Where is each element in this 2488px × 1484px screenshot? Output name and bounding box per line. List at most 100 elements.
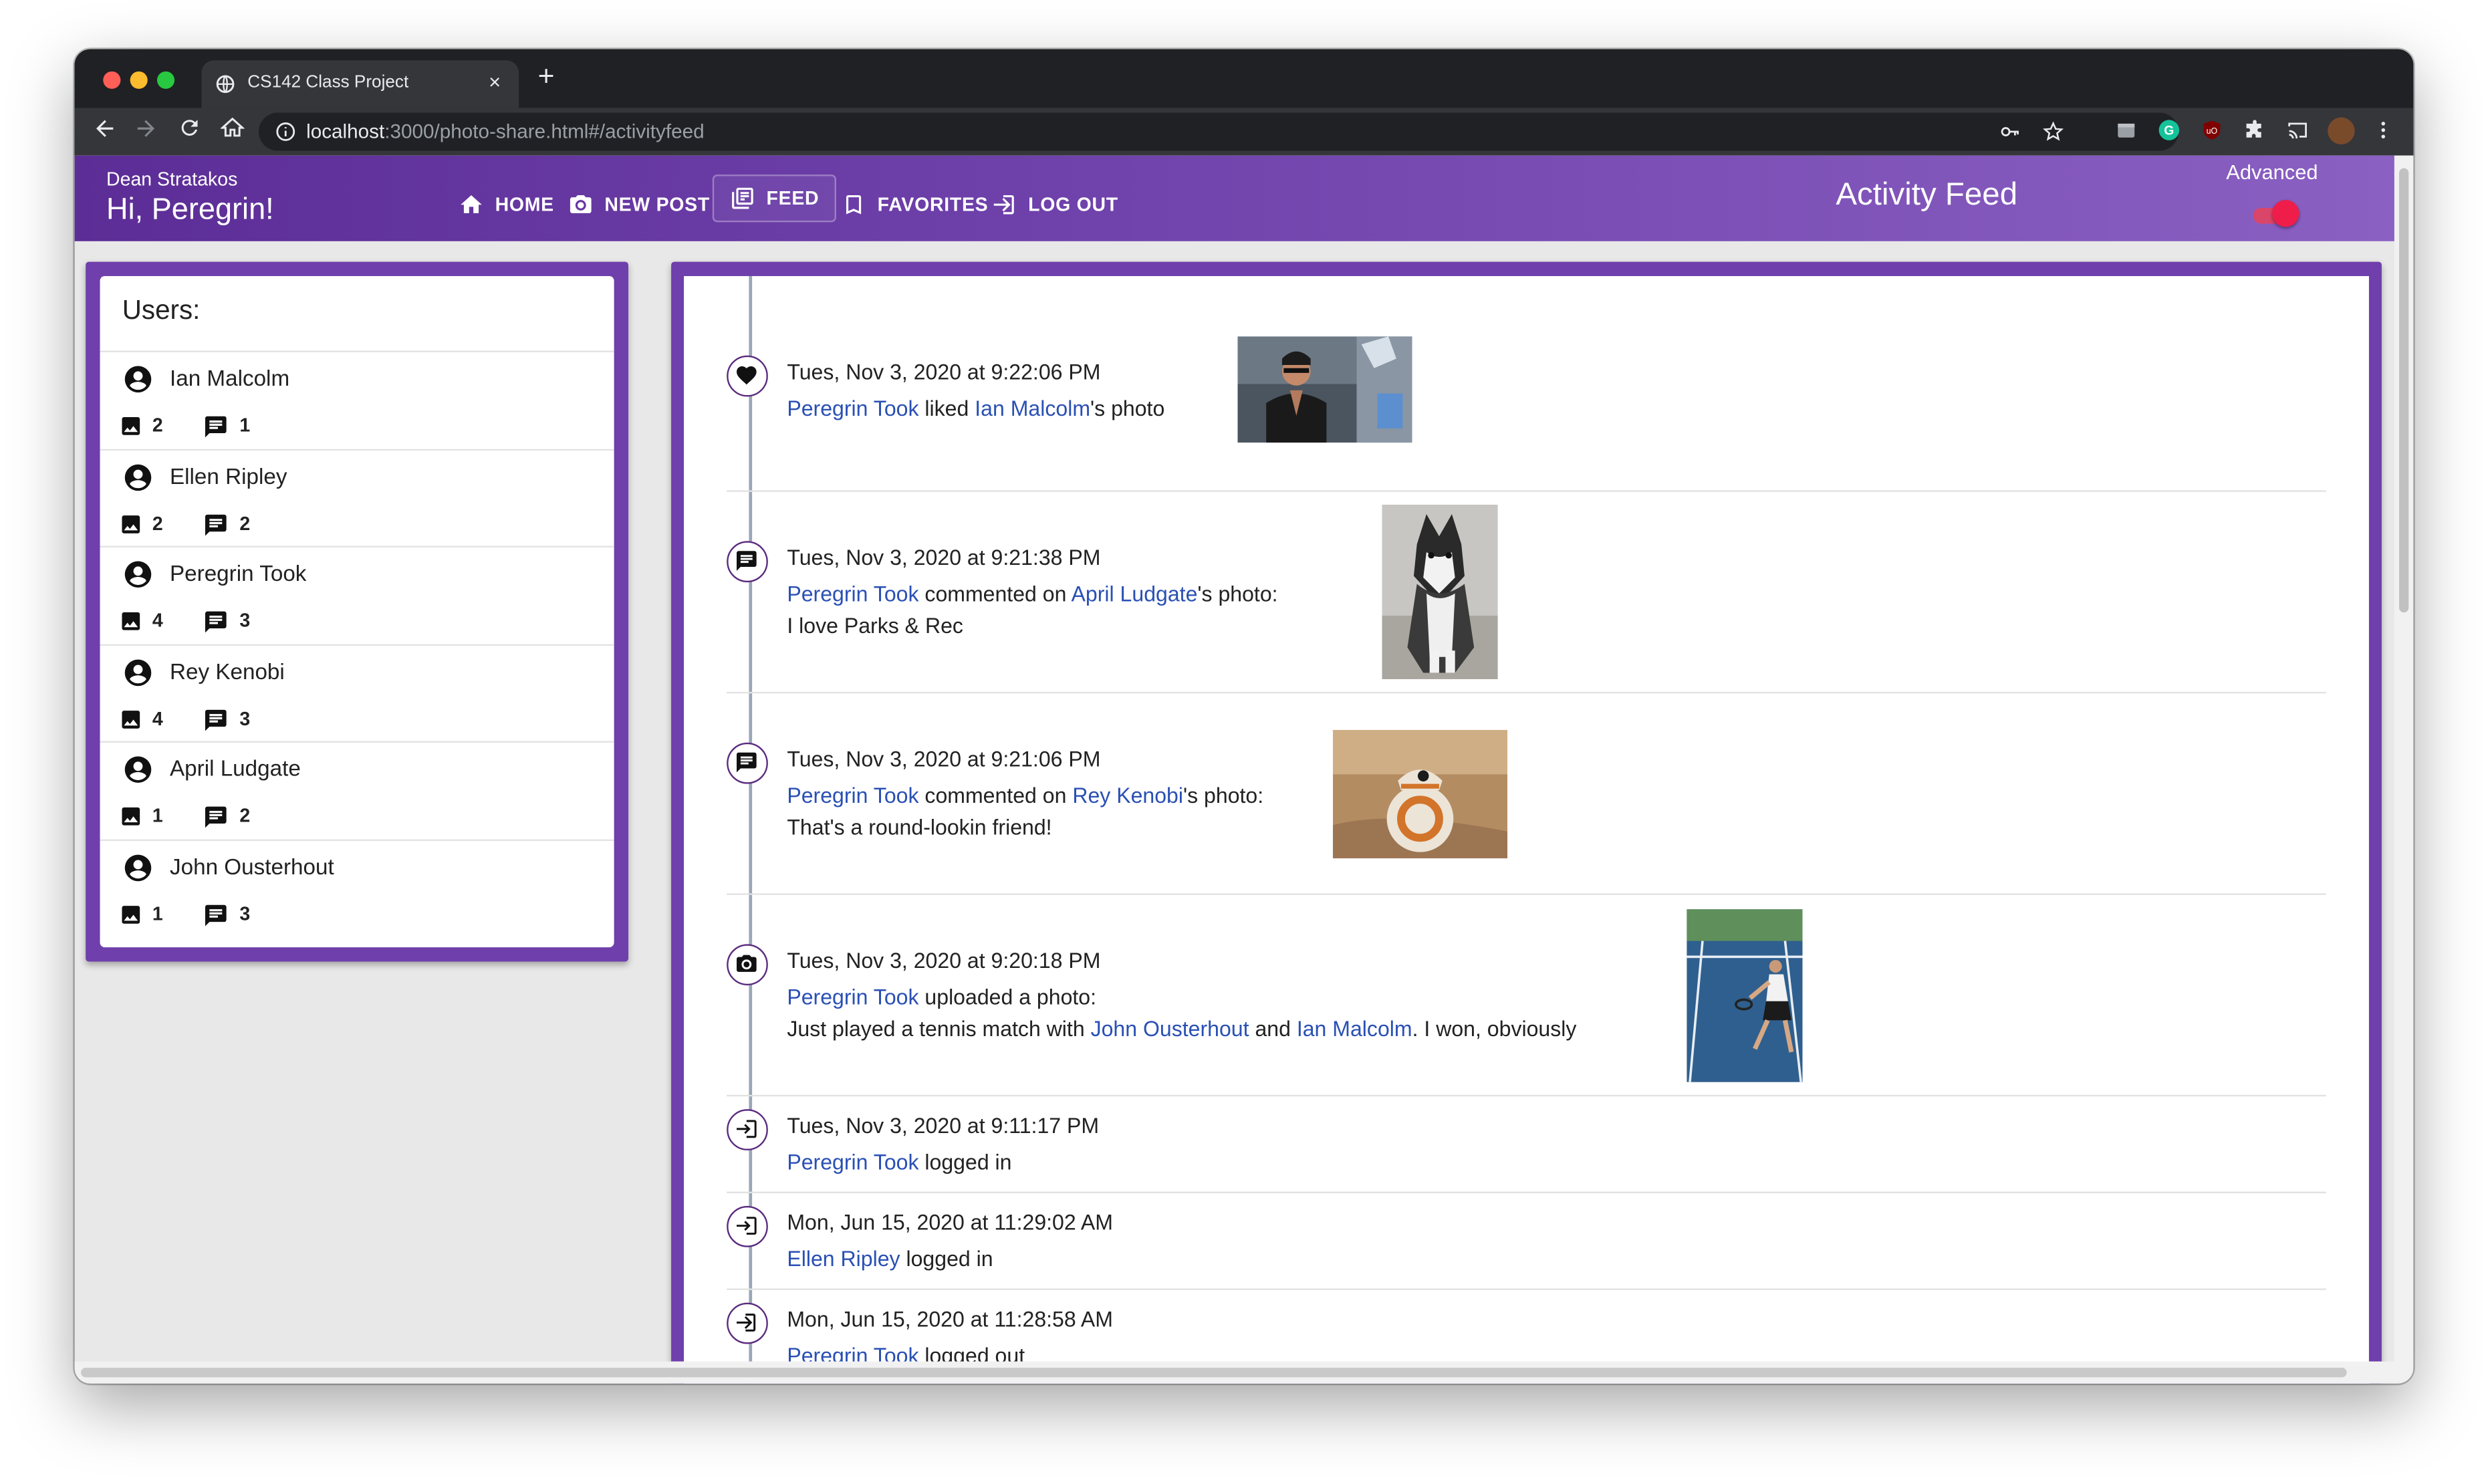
reload-button[interactable] <box>174 116 203 144</box>
timeline-dot <box>727 355 768 397</box>
timeline-dot <box>727 1109 768 1150</box>
advanced-label: Advanced <box>2226 160 2318 184</box>
login-icon <box>736 1120 757 1138</box>
activity-verb: liked <box>918 396 975 421</box>
heart-icon <box>736 366 757 385</box>
user-link[interactable]: Peregrin Took <box>787 582 918 606</box>
user-list-item[interactable]: John Ousterhout 1 3 <box>100 838 614 937</box>
close-window-button[interactable] <box>103 71 121 89</box>
user-link[interactable]: Peregrin Took <box>787 1150 918 1174</box>
caption-text: Just played a tennis match with <box>787 1017 1091 1041</box>
activity-verb: logged in <box>918 1150 1012 1174</box>
account-circle-icon <box>124 561 152 588</box>
account-circle-icon <box>124 756 152 783</box>
tennis-image <box>1687 909 1803 1082</box>
user-name[interactable]: Rey Kenobi <box>170 658 285 683</box>
nav-favorites-button[interactable]: FAVORITES <box>841 184 988 225</box>
house-icon <box>219 117 245 137</box>
camera-icon <box>570 195 592 213</box>
advanced-toggle-thumb[interactable] <box>2272 200 2299 227</box>
user-name[interactable]: Peregrin Took <box>170 560 306 586</box>
comment-icon <box>736 752 757 773</box>
new-tab-button[interactable]: + <box>538 60 555 94</box>
grammarly-icon[interactable]: G <box>2158 119 2180 141</box>
photo-thumbnail[interactable] <box>1687 909 1803 1082</box>
ublock-icon[interactable]: uO <box>2201 119 2223 141</box>
key-icon[interactable] <box>1999 120 2021 142</box>
activity-timestamp: Tues, Nov 3, 2020 at 9:21:06 PM <box>787 747 1101 771</box>
user-list-item[interactable]: Peregrin Took 4 3 <box>100 545 614 644</box>
photo-count: 2 <box>152 414 163 437</box>
browser-tab[interactable]: CS142 Class Project × <box>201 60 519 108</box>
puzzle-icon[interactable] <box>2243 119 2265 141</box>
user-name[interactable]: John Ousterhout <box>170 853 334 878</box>
user-link[interactable]: Ellen Ripley <box>787 1247 900 1271</box>
user-link[interactable]: April Ludgate <box>1072 582 1198 606</box>
photo-thumbnail[interactable] <box>1332 729 1508 859</box>
vertical-scrollbar-thumb[interactable] <box>2399 168 2409 613</box>
feed-separator <box>727 490 2326 492</box>
nav-feed-button[interactable]: FEED <box>712 174 837 223</box>
photo-thumbnail[interactable] <box>1237 336 1412 443</box>
horizontal-scrollbar-thumb[interactable] <box>81 1368 2347 1378</box>
user-list-item[interactable]: April Ludgate 1 2 <box>100 741 614 840</box>
extension-box-icon[interactable] <box>2115 119 2137 141</box>
user-mention-link[interactable]: Ian Malcolm <box>1297 1017 1412 1041</box>
url-text: localhost:3000/photo-share.html#/activit… <box>306 120 704 142</box>
user-name[interactable]: Ian Malcolm <box>170 365 289 390</box>
timeline-dot <box>727 541 768 583</box>
forward-button[interactable] <box>132 116 160 144</box>
globe-icon <box>216 75 235 94</box>
photo-count: 1 <box>152 902 163 924</box>
user-link[interactable]: Ian Malcolm <box>975 396 1090 420</box>
activity-description: Ellen Ripley logged in <box>787 1247 993 1271</box>
user-name[interactable]: April Ludgate <box>170 755 301 781</box>
comment-icon <box>205 513 227 535</box>
account-circle-icon <box>124 463 152 491</box>
home-browser-button[interactable] <box>217 116 246 144</box>
logout-icon <box>993 195 1014 215</box>
photo-thumbnail[interactable] <box>1382 504 1498 679</box>
caption-text: and <box>1249 1017 1297 1041</box>
logout-icon <box>736 1314 756 1332</box>
maximize-window-button[interactable] <box>156 71 175 89</box>
nav-new-post-button[interactable]: NEW POST <box>568 184 710 225</box>
url-host: localhost <box>306 120 385 143</box>
user-link[interactable]: Peregrin Took <box>787 396 918 420</box>
kebab-menu-icon[interactable] <box>2372 119 2394 141</box>
page-title: Activity Feed <box>1836 177 2018 213</box>
user-list-item[interactable]: Rey Kenobi 4 3 <box>100 643 614 742</box>
activity-description: Peregrin Took liked Ian Malcolm's photo <box>787 396 1164 420</box>
info-icon[interactable] <box>275 120 297 142</box>
back-button[interactable] <box>90 116 119 144</box>
nav-home-button[interactable]: HOME <box>459 184 554 225</box>
horizontal-scrollbar[interactable] <box>74 1361 2394 1384</box>
star-icon[interactable] <box>2042 120 2064 142</box>
comment-count: 3 <box>239 609 251 632</box>
greeting: Hi, Peregrin! <box>106 193 274 227</box>
user-list-item[interactable]: Ian Malcolm 2 1 <box>100 350 614 449</box>
user-mention-link[interactable]: John Ousterhout <box>1091 1017 1249 1041</box>
user-link[interactable]: Peregrin Took <box>787 985 918 1009</box>
photo-caption: Just played a tennis match with John Ous… <box>787 1017 1576 1041</box>
activity-suffix: 's photo <box>1090 396 1165 421</box>
vertical-scrollbar[interactable] <box>2394 155 2414 1384</box>
profile-avatar[interactable] <box>2328 117 2355 145</box>
minimize-window-button[interactable] <box>130 71 148 89</box>
user-list-item[interactable]: Ellen Ripley 2 2 <box>100 448 614 547</box>
svg-text:uO: uO <box>2207 126 2218 136</box>
tab-bar: CS142 Class Project × + <box>74 49 2414 108</box>
photo-icon <box>122 416 140 435</box>
cast-icon[interactable] <box>2287 119 2309 141</box>
user-name[interactable]: Ellen Ripley <box>170 463 287 488</box>
nav-favorites-label: FAVORITES <box>877 193 989 216</box>
user-link[interactable]: Rey Kenobi <box>1072 784 1183 808</box>
feed-separator <box>727 691 2326 694</box>
activity-timestamp: Tues, Nov 3, 2020 at 9:11:17 PM <box>787 1114 1100 1138</box>
nav-logout-button[interactable]: LOG OUT <box>992 184 1118 225</box>
comment-icon <box>205 416 227 438</box>
user-link[interactable]: Peregrin Took <box>787 784 918 808</box>
tab-close-button[interactable]: × <box>489 70 501 94</box>
activity-timestamp: Mon, Jun 15, 2020 at 11:28:58 AM <box>787 1307 1113 1332</box>
address-bar[interactable]: localhost:3000/photo-share.html#/activit… <box>258 112 2179 151</box>
